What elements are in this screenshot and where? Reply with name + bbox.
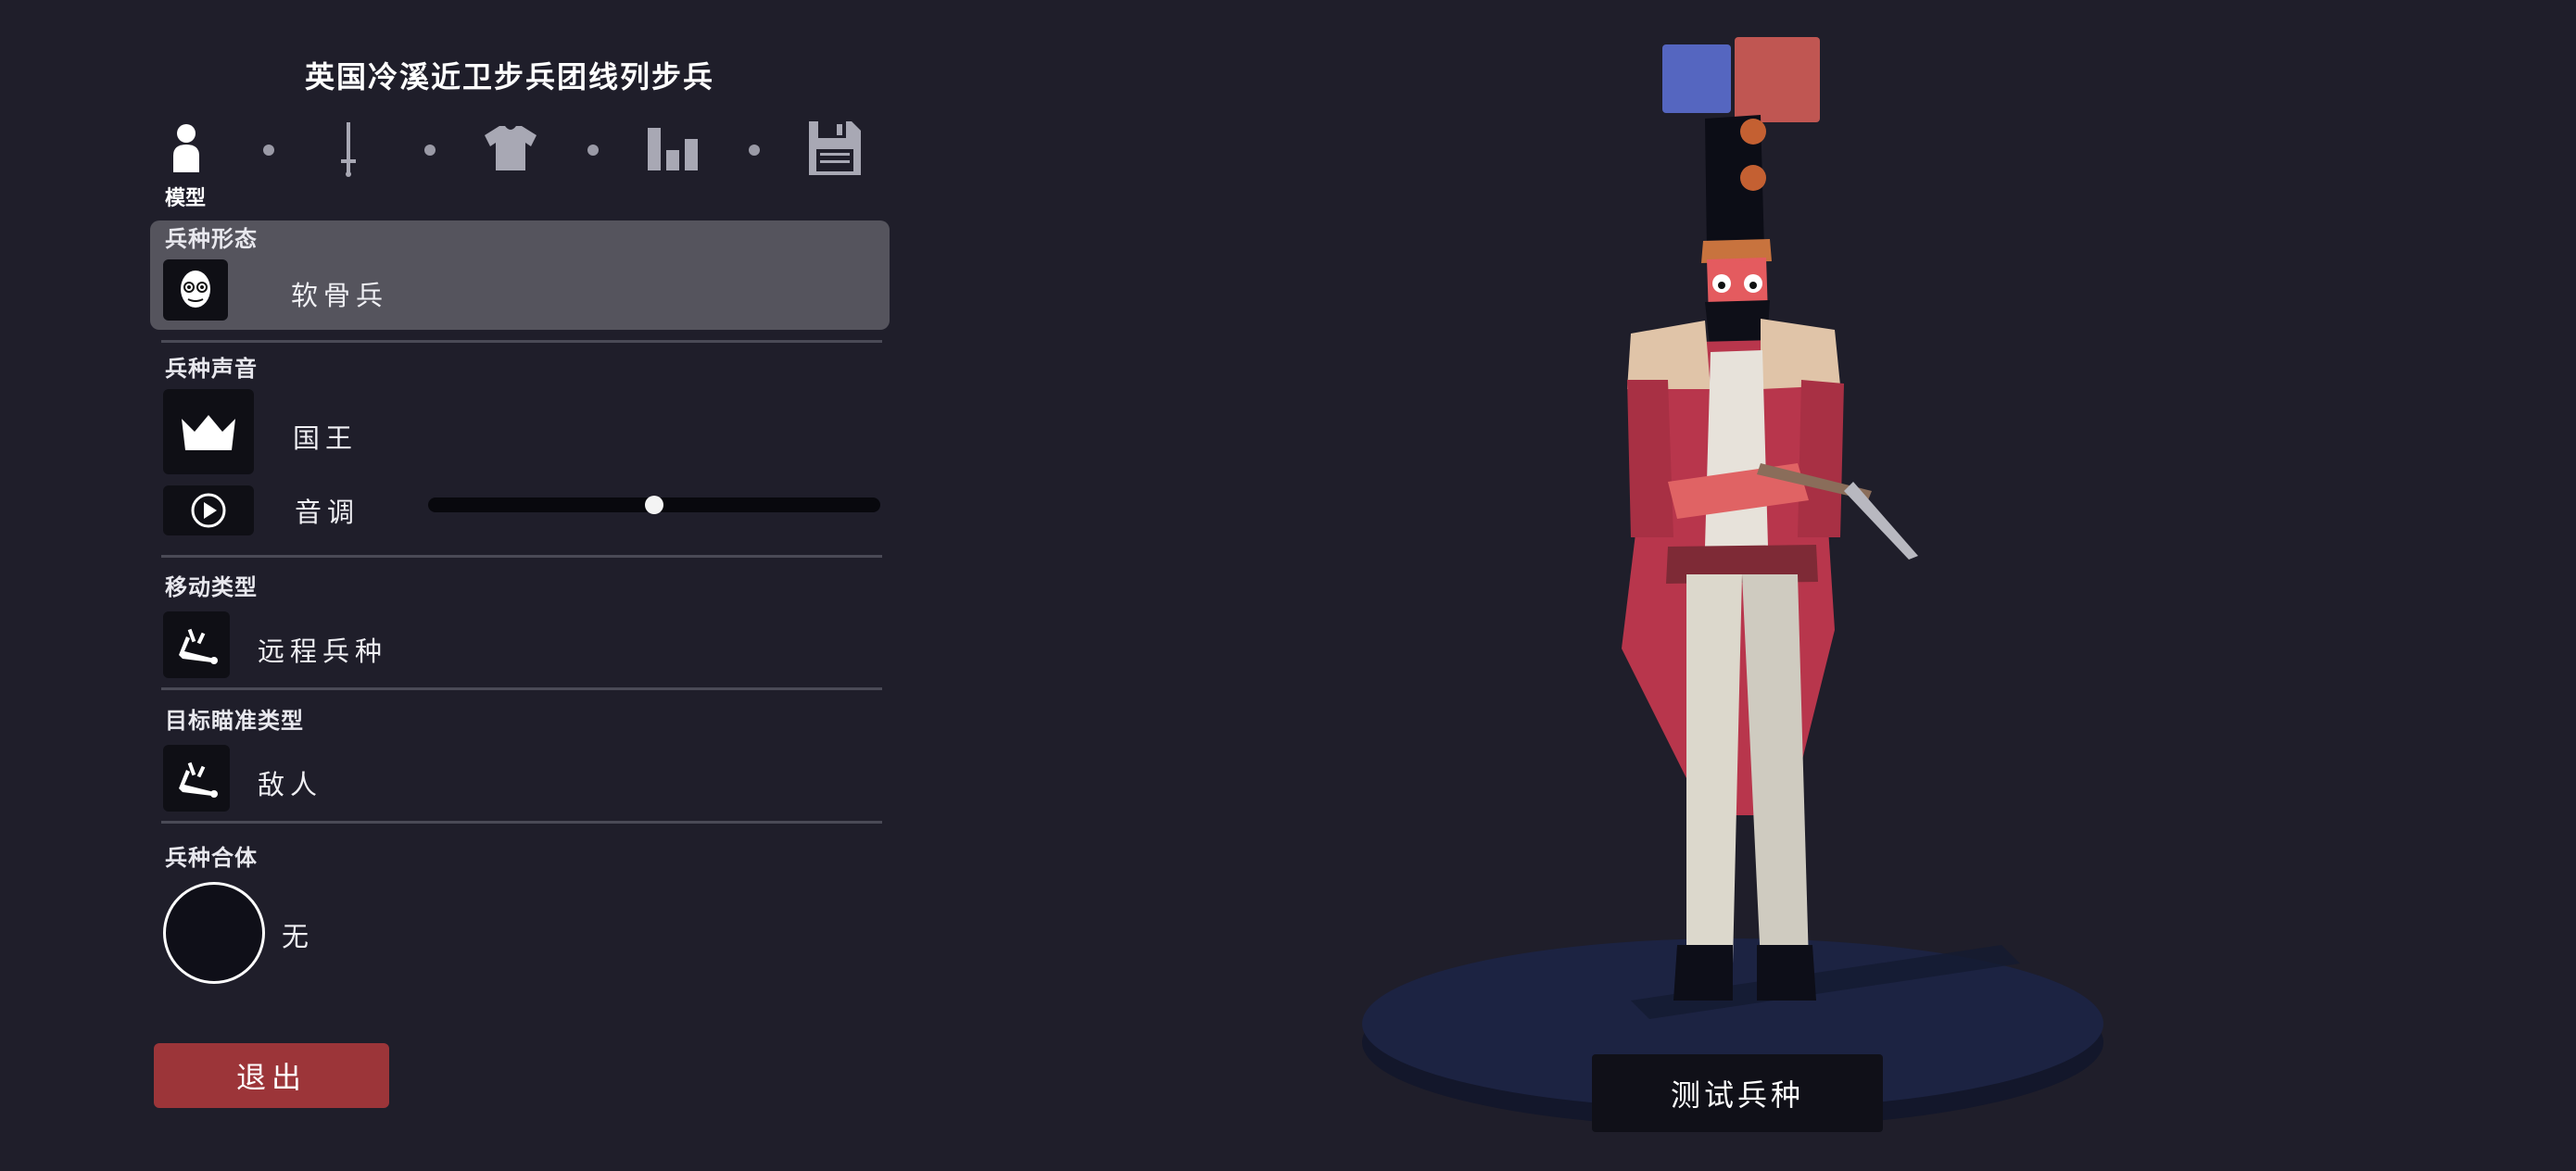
movement-type-value: 远程兵种: [258, 636, 388, 667]
team-color-blue[interactable]: [1662, 44, 1731, 113]
ranged-unit-icon[interactable]: [163, 611, 230, 678]
crown-icon[interactable]: [163, 389, 254, 474]
sword-icon[interactable]: [330, 119, 367, 178]
step-separator-dot: [587, 145, 599, 156]
unit-merge-value: 无: [282, 921, 315, 952]
unit-preview: [1362, 115, 2103, 1127]
movement-type-label: 移动类型: [165, 574, 258, 600]
targeting-type-label: 目标瞄准类型: [165, 708, 304, 734]
play-icon[interactable]: [163, 485, 254, 535]
unit-voice-label: 兵种声音: [165, 356, 258, 382]
unit-merge-slot[interactable]: [163, 882, 265, 984]
test-unit-button[interactable]: 测试兵种: [1592, 1054, 1883, 1132]
exit-button[interactable]: 退出: [154, 1043, 389, 1108]
step-separator-dot: [263, 145, 274, 156]
target-enemy-icon[interactable]: [163, 745, 230, 812]
unit-title: 英国冷溪近卫步兵团线列步兵: [304, 59, 714, 94]
pitch-slider-thumb[interactable]: [645, 496, 663, 514]
pitch-label: 音调: [295, 497, 360, 528]
person-icon[interactable]: [163, 119, 209, 178]
step-label-model: 模型: [165, 187, 207, 210]
unit-form-label: 兵种形态: [165, 226, 258, 252]
divider: [161, 555, 882, 558]
targeting-type-value: 敌人: [258, 769, 323, 800]
divider: [161, 340, 882, 343]
unit-form-value: 软骨兵: [291, 280, 389, 311]
skull-face-icon: [163, 259, 228, 321]
unit-form-row[interactable]: [150, 220, 890, 330]
unit-voice-value: 国王: [293, 422, 359, 454]
step-separator-dot: [424, 145, 436, 156]
floppy-disk-icon[interactable]: [806, 119, 864, 178]
step-separator-dot: [749, 145, 760, 156]
team-color-red[interactable]: [1735, 37, 1820, 122]
bar-chart-icon[interactable]: [645, 119, 702, 178]
unit-merge-label: 兵种合体: [165, 845, 258, 871]
divider: [161, 687, 882, 690]
divider: [161, 821, 882, 824]
shirt-icon[interactable]: [482, 119, 539, 178]
